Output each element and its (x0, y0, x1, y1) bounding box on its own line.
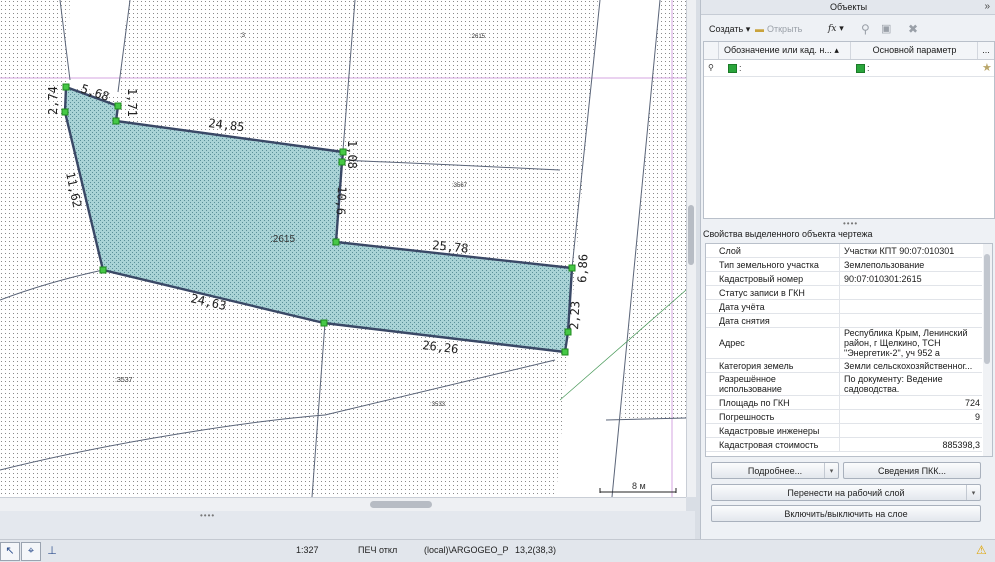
properties-scrollbar[interactable] (983, 244, 992, 456)
folder-icon: ▬ (755, 24, 764, 34)
property-key: Тип земельного участка (706, 258, 840, 271)
property-value (844, 300, 980, 313)
property-row[interactable]: Площадь по ГКН 724 (706, 396, 982, 410)
property-value (844, 286, 980, 299)
toggle-layer-button[interactable]: Включить/выключить на слое (711, 505, 981, 522)
property-key: Слой (706, 244, 840, 257)
property-row[interactable]: Кадастровые инженеры (706, 424, 982, 438)
property-key: Статус записи в ГКН (706, 286, 840, 299)
property-value: Земли сельскохозяйственног... (844, 360, 973, 371)
star-icon[interactable]: ★ (982, 60, 992, 76)
warning-icon[interactable]: ⚠ (976, 543, 987, 557)
table-row[interactable]: ⚲ : : ★ (704, 60, 994, 77)
neighbor-label: :3533 (430, 402, 446, 408)
chevron-down-icon: ▾ (824, 463, 838, 478)
row-indicator-icon: ⚲ (708, 63, 714, 72)
objects-panel-title: Объекты » (701, 0, 995, 15)
parcel-number-label: :2615 (270, 234, 295, 245)
property-value: 9 (974, 411, 980, 422)
property-key: Дата снятия (706, 314, 840, 327)
property-value (844, 424, 980, 437)
neighbor-label: :3537 (115, 377, 133, 384)
properties-grid: Кадастровая стоимость 885398,3 Кадастровые… (705, 243, 993, 457)
function-button[interactable]: fx ▾ (828, 21, 844, 37)
scale-indicator[interactable]: 1:327 (296, 545, 319, 555)
property-key: Кадастровый номер (706, 272, 840, 285)
column-header-designation[interactable]: Обозначение или кад. н... ▴ (719, 42, 851, 59)
neighbor-label: :2615 (470, 34, 486, 40)
property-value: По документу: Ведение садоводства. (844, 374, 943, 394)
property-value: Землепользование (844, 259, 925, 270)
coordinates-indicator: 13,2(38,3) (515, 545, 557, 555)
objects-grid: Обозначение или кад. н... ▴ Основной пар… (703, 41, 995, 219)
property-row[interactable]: Адрес Республика Крым, Ленинский район, г… (706, 328, 982, 359)
property-row[interactable]: Кадастровая стоимость 885398,3 (706, 438, 982, 452)
checkmark-icon (728, 64, 737, 74)
open-button[interactable]: Открыть (767, 21, 802, 37)
property-value (844, 314, 980, 327)
properties-panel-title: Свойства выделенного объекта чертежа (703, 229, 873, 239)
database-indicator: (local)\ARGOGEO_P (424, 545, 509, 555)
edge-label-2: 2,74 (46, 86, 60, 115)
chevron-down-icon: ▾ (966, 485, 980, 500)
edge-label-10: 2,23 (567, 301, 582, 331)
edge-label-5: 1,08 (345, 140, 359, 169)
property-value: 724 (964, 397, 980, 408)
map-horizontal-scrollbar[interactable] (0, 497, 686, 512)
property-value: Республика Крым, Ленинский район, г Щелк… (844, 328, 968, 358)
property-key: Кадастровая стоимость (706, 438, 840, 451)
property-key: Кадастровые инженеры (706, 424, 840, 437)
column-header-main-parameter[interactable]: Основной параметр (852, 42, 978, 59)
objects-grid-header: Обозначение или кад. н... ▴ Основной пар… (704, 42, 994, 60)
more-details-button[interactable]: Подробнее... ▾ (711, 462, 839, 479)
status-bar: ↖ ⌖ ⊥ 1:327 ПЕЧ откл (local)\ARGOGEO_P 1… (0, 539, 995, 562)
collapse-chevron-icon[interactable]: » (984, 0, 990, 14)
property-key: Площадь по ГКН (706, 396, 840, 409)
edge-label-6: 10,6 (333, 186, 348, 216)
property-key: Дата учёта (706, 300, 840, 313)
property-value: 90:07:010301:2615 (844, 273, 922, 284)
property-key: Категория земель (706, 359, 840, 372)
map-drawing: 5,68 2,74 1,71 24,85 1,08 10,6 11,62 25,… (0, 0, 686, 497)
property-value: 885398,3 (942, 439, 980, 450)
search-icon[interactable]: ⚲ (861, 21, 870, 37)
delete-icon[interactable]: ✖ (908, 21, 918, 37)
neighbor-label: :3 (240, 33, 246, 39)
objects-toolbar: Создать ▾ ▬ Открыть fx ▾ ⚲ ▣ ✖ (701, 18, 995, 40)
measure-tool-icon[interactable]: ⌖ (21, 542, 41, 561)
property-row[interactable]: Дата учёта (706, 300, 982, 314)
property-row[interactable]: Разрешённое использование По документу: В… (706, 373, 982, 396)
property-row[interactable]: Статус записи в ГКН (706, 286, 982, 300)
column-chooser-button[interactable]: ... (978, 42, 994, 59)
map-vertical-scrollbar[interactable] (686, 0, 696, 497)
property-row[interactable]: Кадастровый номер 90:07:010301:2615 (706, 272, 982, 286)
layers-icon[interactable]: ▣ (881, 21, 891, 37)
property-key: Погрешность (706, 410, 840, 423)
property-value: Участки КПТ 90:07:010301 (844, 245, 955, 256)
svg-text:8 м: 8 м (632, 481, 646, 491)
property-row[interactable]: Тип земельного участка Землепользование (706, 258, 982, 272)
property-row[interactable]: Категория земель Земли сельскохозяйственн… (706, 359, 982, 373)
splitter-grip-icon[interactable]: •••• (200, 511, 215, 520)
create-button[interactable]: Создать ▾ (709, 21, 750, 37)
property-row[interactable]: Погрешность 9 (706, 410, 982, 424)
map-canvas[interactable]: 5,68 2,74 1,71 24,85 1,08 10,6 11,62 25,… (0, 0, 686, 497)
ruler-tool-icon[interactable]: ⊥ (42, 542, 62, 561)
pkk-info-button[interactable]: Сведения ПКК... (843, 462, 981, 479)
neighbor-label: :3567 (452, 183, 468, 189)
move-to-work-layer-button[interactable]: Перенести на рабочий слой ▾ (711, 484, 981, 501)
right-panel: Объекты » Создать ▾ ▬ Открыть fx ▾ ⚲ ▣ ✖… (700, 0, 995, 539)
property-row[interactable]: Слой Участки КПТ 90:07:010301 (706, 244, 982, 258)
checkmark-icon (856, 64, 865, 74)
select-tool-icon[interactable]: ↖ (0, 542, 20, 561)
map-bottom-area: •••• (0, 511, 695, 539)
street-north (66, 0, 128, 95)
property-key: Разрешённое использование (706, 373, 840, 395)
print-mode-indicator[interactable]: ПЕЧ откл (358, 545, 397, 555)
splitter-grip-icon[interactable]: •••• (843, 219, 858, 228)
property-row[interactable]: Дата снятия (706, 314, 982, 328)
edge-label-3: 1,71 (125, 88, 139, 117)
edge-label-9: 6,86 (575, 254, 590, 284)
property-key: Адрес (706, 328, 840, 358)
